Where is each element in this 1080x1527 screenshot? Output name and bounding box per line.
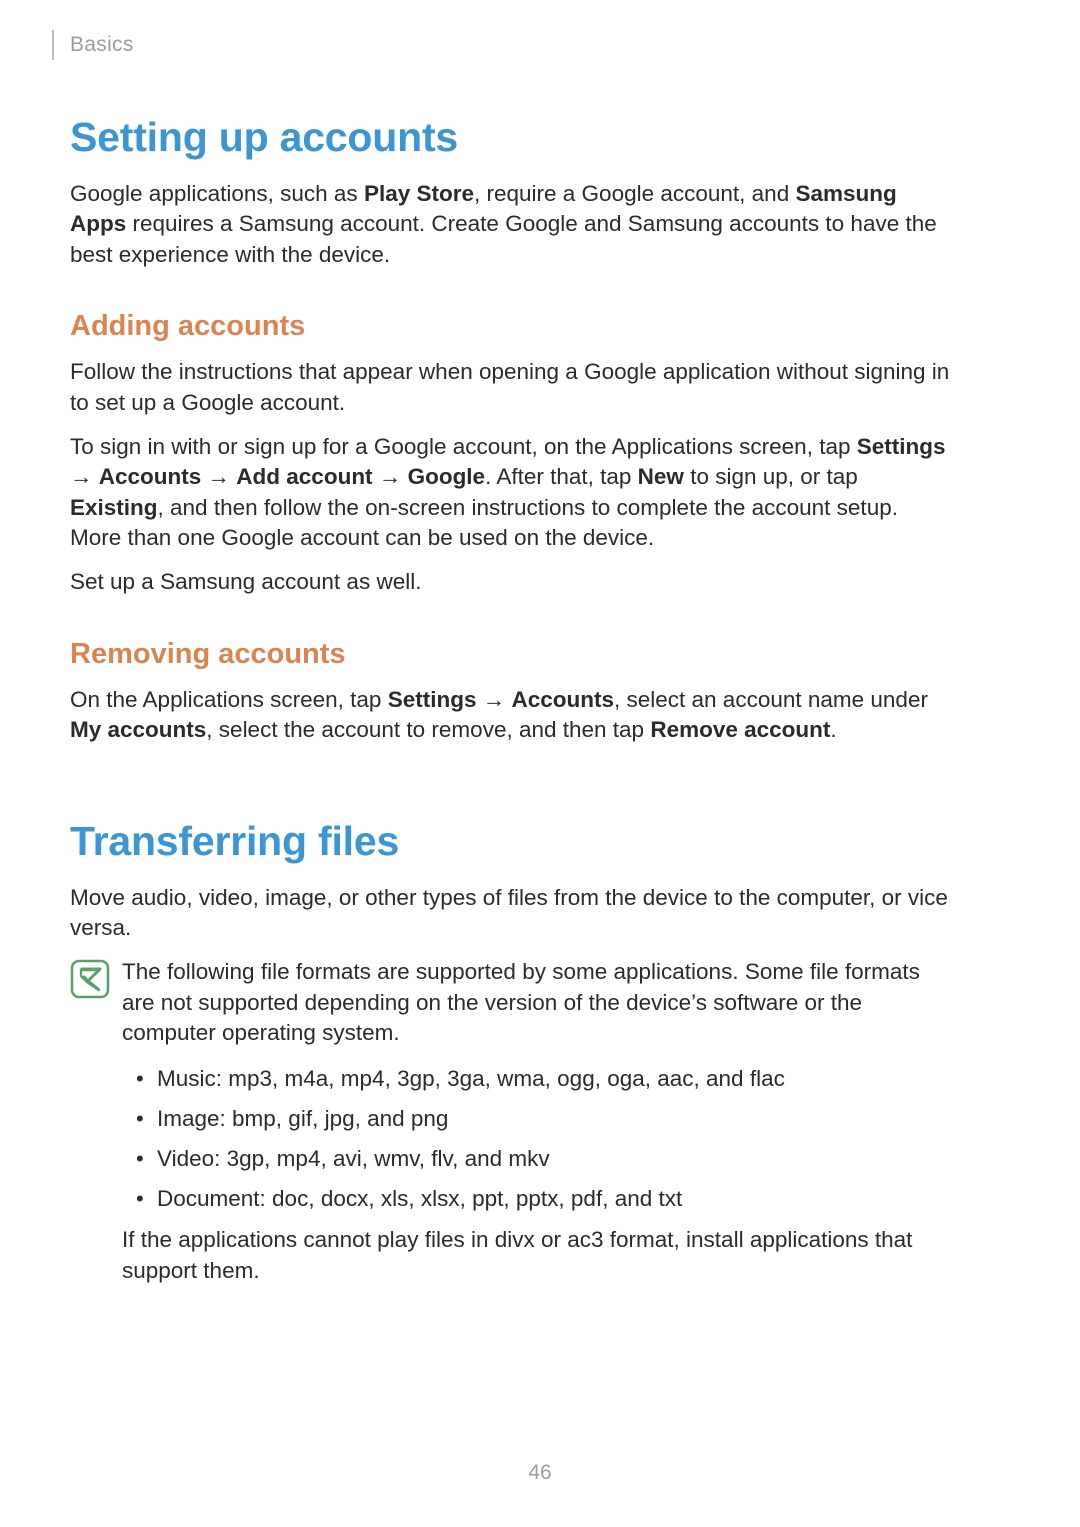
heading-adding-accounts: Adding accounts: [70, 310, 950, 343]
transferring-paragraph: Move audio, video, image, or other types…: [70, 883, 950, 944]
text: , and then follow the on-screen instruct…: [70, 495, 898, 550]
section-label: Basics: [70, 33, 134, 57]
bold-google: Google: [408, 464, 486, 489]
bold-my-accounts: My accounts: [70, 717, 206, 742]
bold-play-store: Play Store: [364, 181, 474, 206]
note-paragraph-1: The following file formats are supported…: [122, 957, 950, 1048]
removing-paragraph: On the Applications screen, tap Settings…: [70, 685, 950, 746]
text: On the Applications screen, tap: [70, 687, 388, 712]
text: To sign in with or sign up for a Google …: [70, 434, 857, 459]
bold-settings: Settings: [388, 687, 477, 712]
bold-add-account: Add account: [236, 464, 372, 489]
arrow-icon: →: [373, 464, 408, 489]
header-rule: [52, 30, 54, 60]
intro-paragraph: Google applications, such as Play Store,…: [70, 179, 950, 270]
note-paragraph-2: If the applications cannot play files in…: [122, 1225, 950, 1286]
bold-remove-account: Remove account: [650, 717, 830, 742]
note-icon: [70, 959, 110, 999]
arrow-icon: →: [201, 464, 236, 489]
heading-setting-up-accounts: Setting up accounts: [70, 114, 950, 161]
adding-paragraph-1: Follow the instructions that appear when…: [70, 357, 950, 418]
heading-removing-accounts: Removing accounts: [70, 638, 950, 671]
arrow-icon: →: [476, 687, 511, 712]
bold-settings: Settings: [857, 434, 946, 459]
bold-new: New: [638, 464, 684, 489]
page-header: Basics: [52, 30, 134, 60]
text: requires a Samsung account. Create Googl…: [70, 211, 937, 266]
bold-existing: Existing: [70, 495, 158, 520]
adding-paragraph-3: Set up a Samsung account as well.: [70, 567, 950, 597]
bold-accounts: Accounts: [99, 464, 202, 489]
adding-paragraph-2: To sign in with or sign up for a Google …: [70, 432, 950, 554]
list-item: Music: mp3, m4a, mp4, 3gp, 3ga, wma, ogg…: [122, 1062, 950, 1096]
text: Google applications, such as: [70, 181, 364, 206]
page-number: 46: [0, 1461, 1080, 1485]
text: .: [830, 717, 836, 742]
bold-accounts: Accounts: [511, 687, 614, 712]
formats-list: Music: mp3, m4a, mp4, 3gp, 3ga, wma, ogg…: [122, 1062, 950, 1215]
list-item: Document: doc, docx, xls, xlsx, ppt, ppt…: [122, 1182, 950, 1216]
list-item: Video: 3gp, mp4, avi, wmv, flv, and mkv: [122, 1142, 950, 1176]
arrow-icon: →: [70, 464, 99, 489]
note-block: The following file formats are supported…: [70, 957, 950, 1300]
list-item: Image: bmp, gif, jpg, and png: [122, 1102, 950, 1136]
text: , select the account to remove, and then…: [206, 717, 650, 742]
text: , select an account name under: [614, 687, 928, 712]
page-content: Setting up accounts Google applications,…: [70, 100, 950, 1300]
text: to sign up, or tap: [684, 464, 858, 489]
note-body: The following file formats are supported…: [122, 957, 950, 1300]
text: . After that, tap: [485, 464, 638, 489]
text: , require a Google account, and: [474, 181, 795, 206]
heading-transferring-files: Transferring files: [70, 818, 950, 865]
